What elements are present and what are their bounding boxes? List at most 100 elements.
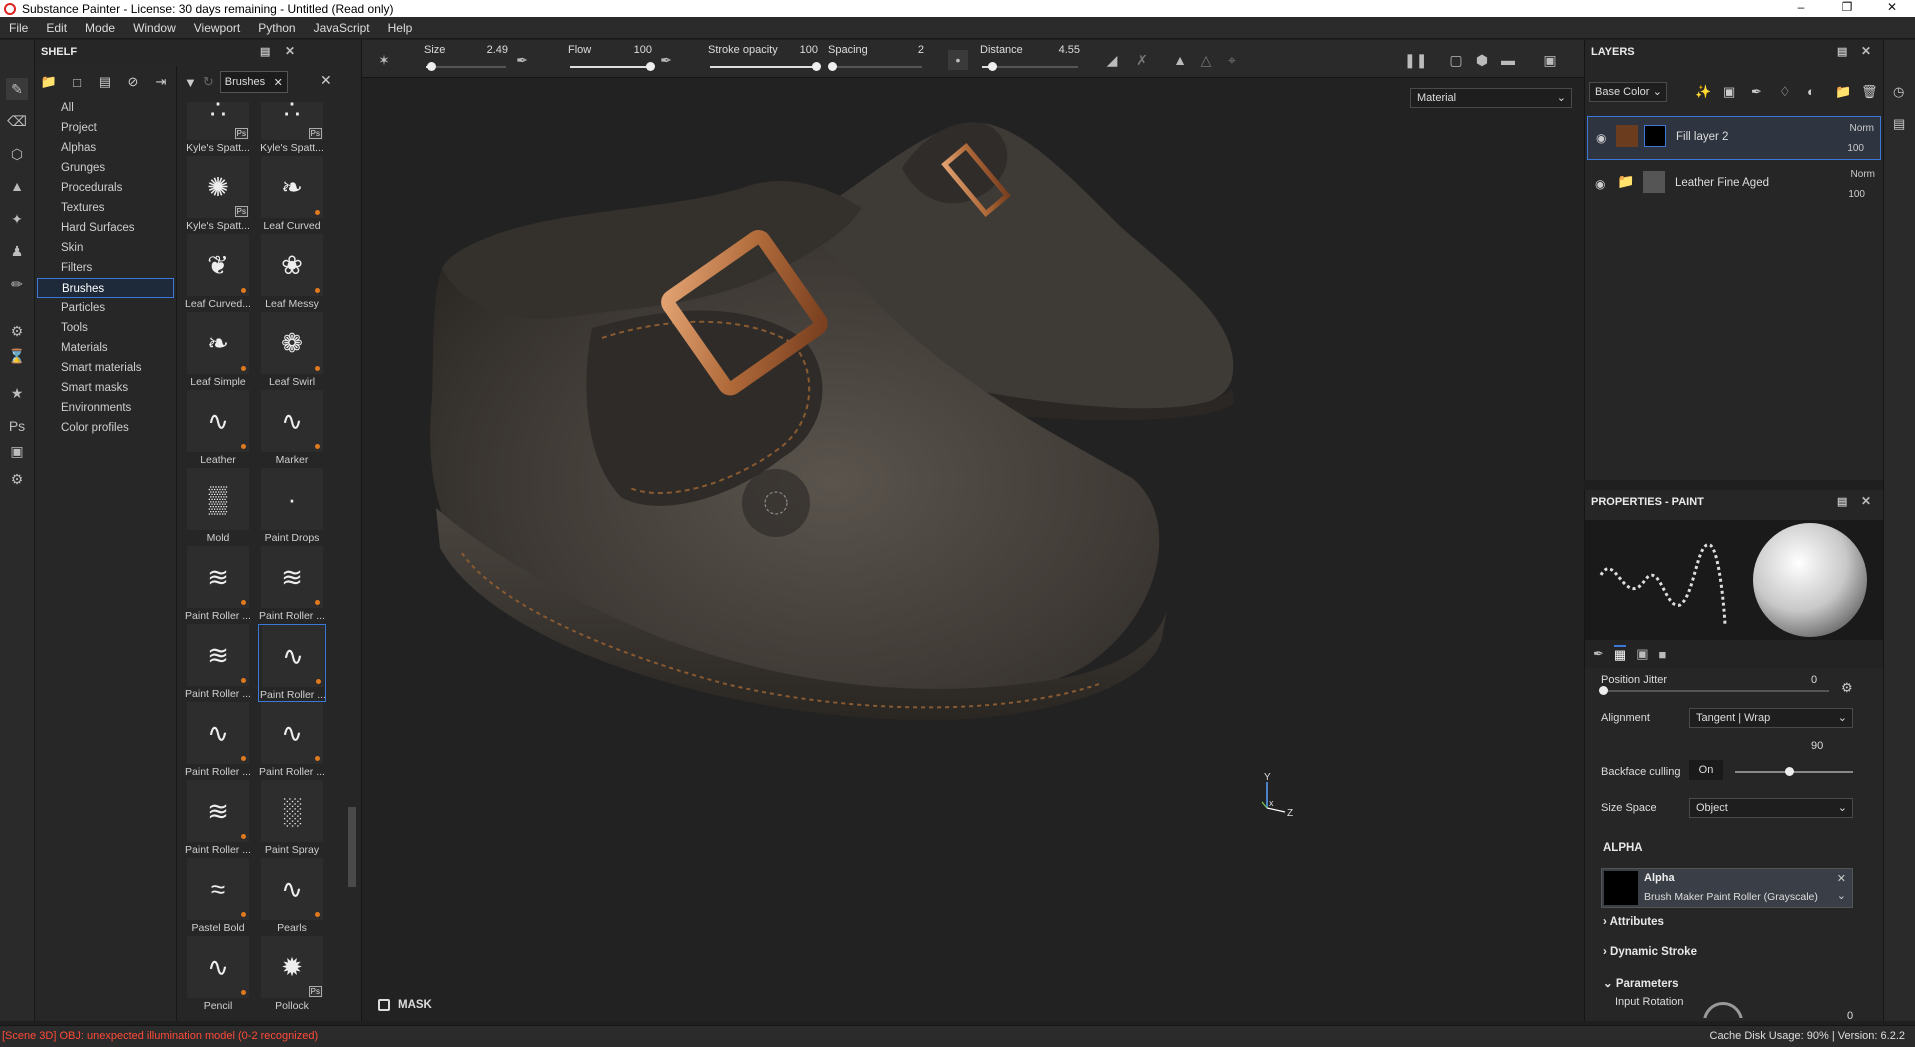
- category-alphas[interactable]: Alphas: [35, 138, 176, 158]
- filter-icon[interactable]: ▼: [184, 75, 197, 90]
- brush-thumbnail[interactable]: ❧ Leaf Simple: [184, 312, 252, 390]
- lazy-mouse-icon[interactable]: •: [948, 50, 968, 70]
- viewport-mode-dropdown[interactable]: Material ⌄: [1410, 88, 1572, 108]
- close-properties-icon[interactable]: ✕: [1861, 494, 1871, 508]
- symmetry-off-icon[interactable]: ◢: [1102, 50, 1122, 70]
- smudge-icon[interactable]: ✦: [6, 208, 28, 230]
- pause-icon[interactable]: ❚❚: [1404, 50, 1427, 70]
- category-hard-surfaces[interactable]: Hard Surfaces: [35, 218, 176, 238]
- brush-thumbnail[interactable]: ≈ Pastel Bold: [184, 858, 252, 936]
- undock-layers-icon[interactable]: ▤: [1837, 45, 1847, 58]
- category-project[interactable]: Project: [35, 118, 176, 138]
- photoshop-export-icon[interactable]: Ps: [6, 415, 28, 437]
- plugin-icon[interactable]: ★: [6, 382, 28, 404]
- mask-checkbox[interactable]: [378, 999, 390, 1011]
- brush-thumbnail[interactable]: ∿ Marker: [258, 390, 326, 468]
- add-effect-icon[interactable]: ✨: [1695, 84, 1711, 100]
- category-brushes[interactable]: Brushes: [37, 278, 174, 298]
- scrollbar-thumb[interactable]: [348, 807, 356, 887]
- brush-thumbnail[interactable]: ≋ Paint Roller ...: [184, 624, 252, 702]
- remove-alpha-icon[interactable]: ✕: [1837, 872, 1846, 885]
- spacing-slider[interactable]: Spacing 2: [828, 44, 924, 74]
- brush-thumbnail[interactable]: ∿ Pearls: [258, 858, 326, 936]
- brush-thumbnail[interactable]: ✺ Ps Kyle's Spatt...: [184, 156, 252, 234]
- category-materials[interactable]: Materials: [35, 338, 176, 358]
- size-slider[interactable]: Size 2.49: [424, 44, 508, 74]
- mirror-disabled-icon[interactable]: △: [1196, 50, 1216, 70]
- add-fill-layer-icon[interactable]: ♢: [1779, 84, 1791, 100]
- add-material-icon[interactable]: ◐: [1807, 84, 1815, 99]
- camera-icon[interactable]: ▬: [1498, 50, 1518, 70]
- brush-thumbnail[interactable]: ∴ Ps Kyle's Spatt...: [258, 102, 326, 156]
- tab-mask-icon[interactable]: ▣: [1636, 646, 1648, 662]
- settings-icon[interactable]: ⚙: [6, 468, 28, 490]
- brush-thumbnail[interactable]: ░ Paint Spray: [258, 780, 326, 858]
- brush-thumbnail[interactable]: ∿ Paint Roller ...: [184, 702, 252, 780]
- add-paint-layer-icon[interactable]: ✒: [1751, 84, 1762, 100]
- brush-thumbnail[interactable]: ≋ Paint Roller ...: [184, 546, 252, 624]
- close-layers-icon[interactable]: ✕: [1861, 44, 1871, 58]
- add-mask-icon[interactable]: ▣: [1723, 84, 1735, 100]
- brush-thumbnail[interactable]: ❦ Leaf Curved...: [184, 234, 252, 312]
- category-textures[interactable]: Textures: [35, 198, 176, 218]
- symmetry-disabled-icon[interactable]: ✗: [1132, 50, 1152, 70]
- brush-thumbnail[interactable]: ≋ Paint Roller ...: [258, 546, 326, 624]
- maximize-icon[interactable]: ❐: [1824, 0, 1870, 17]
- screenshot-icon[interactable]: ▣: [1540, 50, 1560, 70]
- brush-thumbnail[interactable]: ≋ Paint Roller ...: [184, 780, 252, 858]
- eye-icon[interactable]: ◉: [1595, 177, 1605, 191]
- category-procedurals[interactable]: Procedurals: [35, 178, 176, 198]
- parameters-section[interactable]: ⌄ Parameters: [1603, 976, 1679, 990]
- tab-gradient-icon[interactable]: ■: [1659, 647, 1667, 662]
- category-skin[interactable]: Skin: [35, 238, 176, 258]
- gear-icon[interactable]: ⚙: [1841, 680, 1853, 696]
- camera-export-icon[interactable]: ▣: [6, 440, 28, 462]
- category-color-profiles[interactable]: Color profiles: [35, 418, 176, 438]
- category-smart-materials[interactable]: Smart materials: [35, 358, 176, 378]
- alignment-dropdown[interactable]: Tangent | Wrap ⌄: [1689, 708, 1853, 728]
- brush-thumbnail[interactable]: ∴ Ps Kyle's Spatt...: [184, 102, 252, 156]
- mirror-icon[interactable]: ▲: [1170, 50, 1190, 70]
- history-icon[interactable]: ◷: [1893, 84, 1904, 100]
- menu-help[interactable]: Help: [379, 21, 422, 35]
- undock-icon[interactable]: ▤: [260, 45, 270, 58]
- category-grunges[interactable]: Grunges: [35, 158, 176, 178]
- brush-thumbnail[interactable]: ❧ Leaf Curved: [258, 156, 326, 234]
- attributes-section[interactable]: › Attributes: [1603, 916, 1664, 928]
- bake-icon[interactable]: ⚙: [6, 320, 28, 342]
- error-message[interactable]: [Scene 3D] OBJ: unexpected illumination …: [2, 1030, 318, 1042]
- menu-window[interactable]: Window: [124, 21, 185, 35]
- backface-culling-toggle[interactable]: On: [1689, 760, 1723, 780]
- paint-brush-icon[interactable]: ✎: [6, 78, 28, 100]
- brush-thumbnail[interactable]: ❀ Leaf Messy: [258, 234, 326, 312]
- brush-thumbnail[interactable]: ∿ Paint Roller ...: [258, 624, 326, 702]
- 3d-viewport[interactable]: Y Z x Material ⌄ MASK: [362, 78, 1584, 1021]
- mask-indicator[interactable]: MASK: [378, 999, 432, 1011]
- category-all[interactable]: All: [35, 98, 176, 118]
- backface-culling-knob[interactable]: [1785, 767, 1794, 776]
- log-icon[interactable]: ▤: [1893, 116, 1905, 132]
- stroke-opacity-knob[interactable]: [812, 62, 821, 71]
- eraser-icon[interactable]: ⌫: [6, 110, 28, 132]
- flow-slider[interactable]: Flow 100: [568, 44, 655, 74]
- chevron-down-icon[interactable]: ⌄: [1837, 889, 1846, 902]
- new-file-icon[interactable]: □: [65, 71, 89, 93]
- layer-row-fill-layer-2[interactable]: ◉ Fill layer 2 Norm 100: [1587, 116, 1881, 160]
- crop-icon[interactable]: ⌖: [1222, 50, 1242, 70]
- category-particles[interactable]: Particles: [35, 298, 176, 318]
- brush-thumbnail[interactable]: ✹ Ps Pollock: [258, 936, 326, 1014]
- brush-preset-icon[interactable]: ✶: [374, 50, 394, 70]
- brush-thumbnail[interactable]: ∿ Pencil: [184, 936, 252, 1014]
- clear-search-icon[interactable]: ✕: [320, 72, 332, 89]
- brush-thumbnail[interactable]: · Paint Drops: [258, 468, 326, 546]
- eye-icon[interactable]: ◉: [1596, 131, 1606, 145]
- close-shelf-icon[interactable]: ✕: [285, 44, 295, 58]
- tab-material-icon[interactable]: ▦: [1613, 645, 1627, 663]
- filter-tag[interactable]: Brushes ✕: [219, 71, 288, 93]
- menu-mode[interactable]: Mode: [76, 21, 124, 35]
- distance-slider[interactable]: Distance 4.55: [980, 44, 1080, 74]
- channel-dropdown[interactable]: Base Color ⌄: [1589, 82, 1667, 102]
- polygon-fill-icon[interactable]: ▲: [6, 175, 28, 197]
- folder-icon[interactable]: 📁: [37, 71, 61, 93]
- pen-pressure-icon-2[interactable]: ✒: [656, 50, 676, 70]
